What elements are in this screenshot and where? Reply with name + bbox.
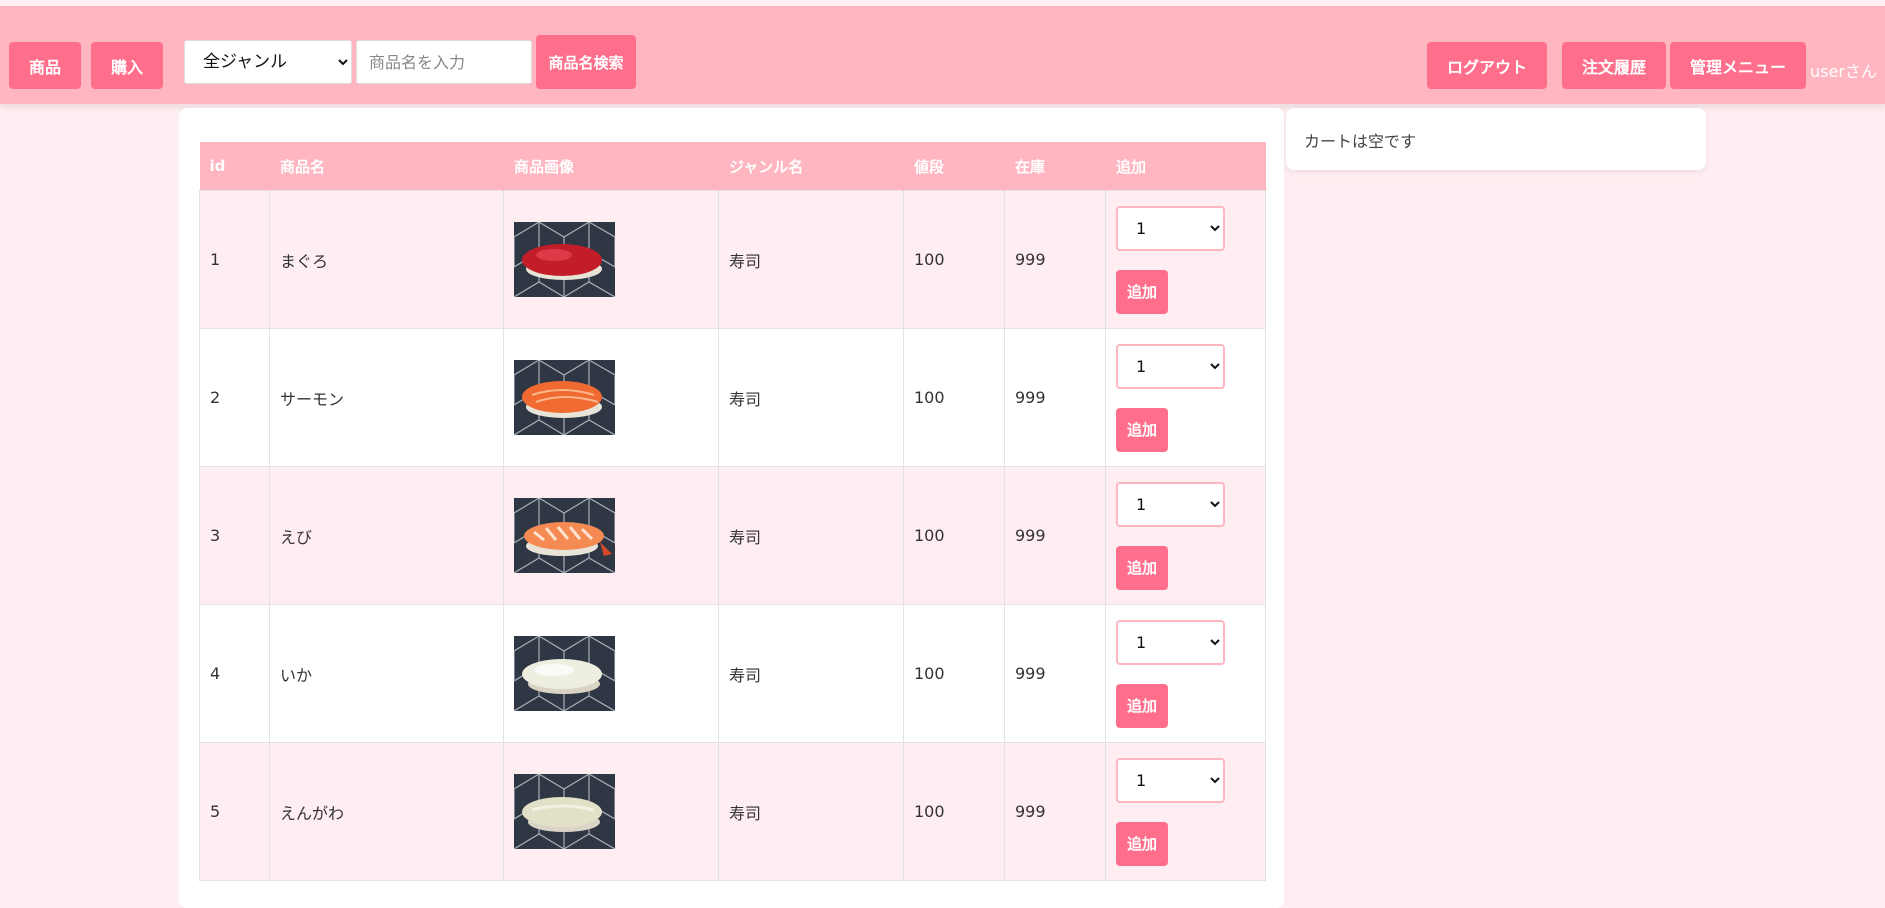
product-table: id 商品名 商品画像 ジャンル名 値段 在庫 追加 1 まぐろ 寿司 100 … [199, 142, 1266, 881]
purchase-button[interactable]: 購入 [91, 42, 163, 89]
cell-add: 1 追加 [1105, 742, 1266, 881]
cell-add: 1 追加 [1105, 190, 1266, 329]
cell-id: 5 [199, 742, 270, 881]
cell-price: 100 [903, 466, 1005, 605]
product-name-search-button[interactable]: 商品名検索 [536, 35, 636, 89]
cell-product-image [503, 328, 719, 467]
squid-sushi-image [514, 636, 615, 711]
admin-menu-button[interactable]: 管理メニュー [1670, 42, 1806, 89]
table-row: 2 サーモン 寿司 100 999 1 追加 [199, 328, 1266, 467]
cell-product-name: サーモン [269, 328, 504, 467]
table-header-row: id 商品名 商品画像 ジャンル名 値段 在庫 追加 [199, 142, 1266, 191]
cell-product-image [503, 742, 719, 881]
cell-id: 4 [199, 604, 270, 743]
header-price: 値段 [903, 142, 1005, 191]
cell-product-name: いか [269, 604, 504, 743]
genre-select[interactable]: 全ジャンル [184, 40, 352, 84]
cell-product-name: えび [269, 466, 504, 605]
logout-button[interactable]: ログアウト [1427, 42, 1547, 89]
order-history-button[interactable]: 注文履歴 [1562, 42, 1666, 89]
add-to-cart-button[interactable]: 追加 [1116, 269, 1168, 314]
add-to-cart-button[interactable]: 追加 [1116, 545, 1168, 590]
quantity-select[interactable]: 1 [1116, 481, 1225, 527]
cell-genre: 寿司 [718, 328, 904, 467]
header-product-name: 商品名 [269, 142, 504, 191]
add-to-cart-button[interactable]: 追加 [1116, 407, 1168, 452]
cell-genre: 寿司 [718, 466, 904, 605]
cell-stock: 999 [1004, 742, 1106, 881]
cell-price: 100 [903, 742, 1005, 881]
cell-product-image [503, 604, 719, 743]
products-button[interactable]: 商品 [9, 42, 81, 89]
header-stock: 在庫 [1004, 142, 1106, 191]
cell-price: 100 [903, 604, 1005, 743]
header-genre-name: ジャンル名 [718, 142, 904, 191]
username-label: userさん [1810, 62, 1877, 81]
cart-panel: カートは空です [1286, 108, 1706, 170]
engawa-sushi-image [514, 774, 615, 849]
cell-product-image [503, 190, 719, 329]
top-navbar: 商品 購入 全ジャンル 商品名検索 ログアウト 注文履歴 管理メニュー user… [0, 6, 1885, 104]
cell-stock: 999 [1004, 466, 1106, 605]
header-add: 追加 [1105, 142, 1266, 191]
add-to-cart-button[interactable]: 追加 [1116, 821, 1168, 866]
cell-price: 100 [903, 328, 1005, 467]
tuna-sushi-image [514, 222, 615, 297]
table-row: 1 まぐろ 寿司 100 999 1 追加 [199, 190, 1266, 329]
cart-empty-message: カートは空です [1304, 132, 1417, 151]
quantity-select[interactable]: 1 [1116, 343, 1225, 389]
cell-id: 3 [199, 466, 270, 605]
product-name-search-input[interactable] [356, 40, 532, 84]
add-to-cart-button[interactable]: 追加 [1116, 683, 1168, 728]
cell-stock: 999 [1004, 328, 1106, 467]
cell-add: 1 追加 [1105, 328, 1266, 467]
cell-product-image [503, 466, 719, 605]
salmon-sushi-image [514, 360, 615, 435]
cell-product-name: えんがわ [269, 742, 504, 881]
cell-add: 1 追加 [1105, 466, 1266, 605]
table-row: 3 えび 寿司 100 999 1 追加 [199, 466, 1266, 605]
cell-id: 1 [199, 190, 270, 329]
table-row: 5 えんがわ 寿司 100 999 1 追加 [199, 742, 1266, 881]
cell-add: 1 追加 [1105, 604, 1266, 743]
table-row: 4 いか 寿司 100 999 1 追加 [199, 604, 1266, 743]
cell-product-name: まぐろ [269, 190, 504, 329]
quantity-select[interactable]: 1 [1116, 757, 1225, 803]
header-id: id [199, 142, 270, 191]
cell-id: 2 [199, 328, 270, 467]
cell-genre: 寿司 [718, 190, 904, 329]
cell-genre: 寿司 [718, 742, 904, 881]
cell-stock: 999 [1004, 190, 1106, 329]
quantity-select[interactable]: 1 [1116, 205, 1225, 251]
shrimp-sushi-image [514, 498, 615, 573]
cell-genre: 寿司 [718, 604, 904, 743]
header-product-image: 商品画像 [503, 142, 719, 191]
cell-stock: 999 [1004, 604, 1106, 743]
quantity-select[interactable]: 1 [1116, 619, 1225, 665]
cell-price: 100 [903, 190, 1005, 329]
